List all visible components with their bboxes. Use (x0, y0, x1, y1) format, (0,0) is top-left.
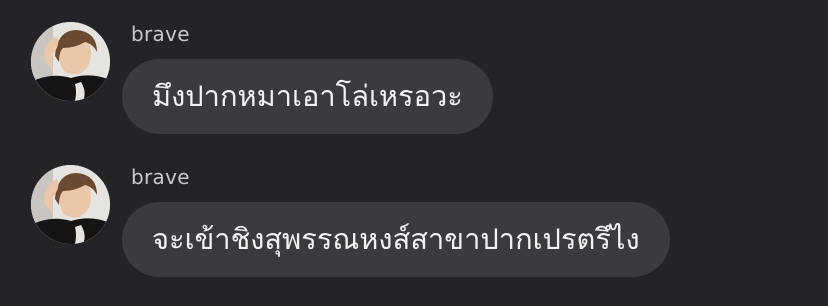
sender-name: brave (131, 22, 190, 46)
message-bubble[interactable]: มึงปากหมาเอาโล่เหรอวะ (122, 59, 493, 134)
sender-name: brave (131, 165, 190, 189)
avatar[interactable] (31, 165, 110, 244)
avatar[interactable] (31, 22, 110, 101)
message-bubble[interactable]: จะเข้าชิงสุพรรณหงส์สาขาปากเปรตรึไง (122, 202, 670, 277)
profile-photo-icon (31, 22, 110, 101)
profile-photo-icon (31, 165, 110, 244)
